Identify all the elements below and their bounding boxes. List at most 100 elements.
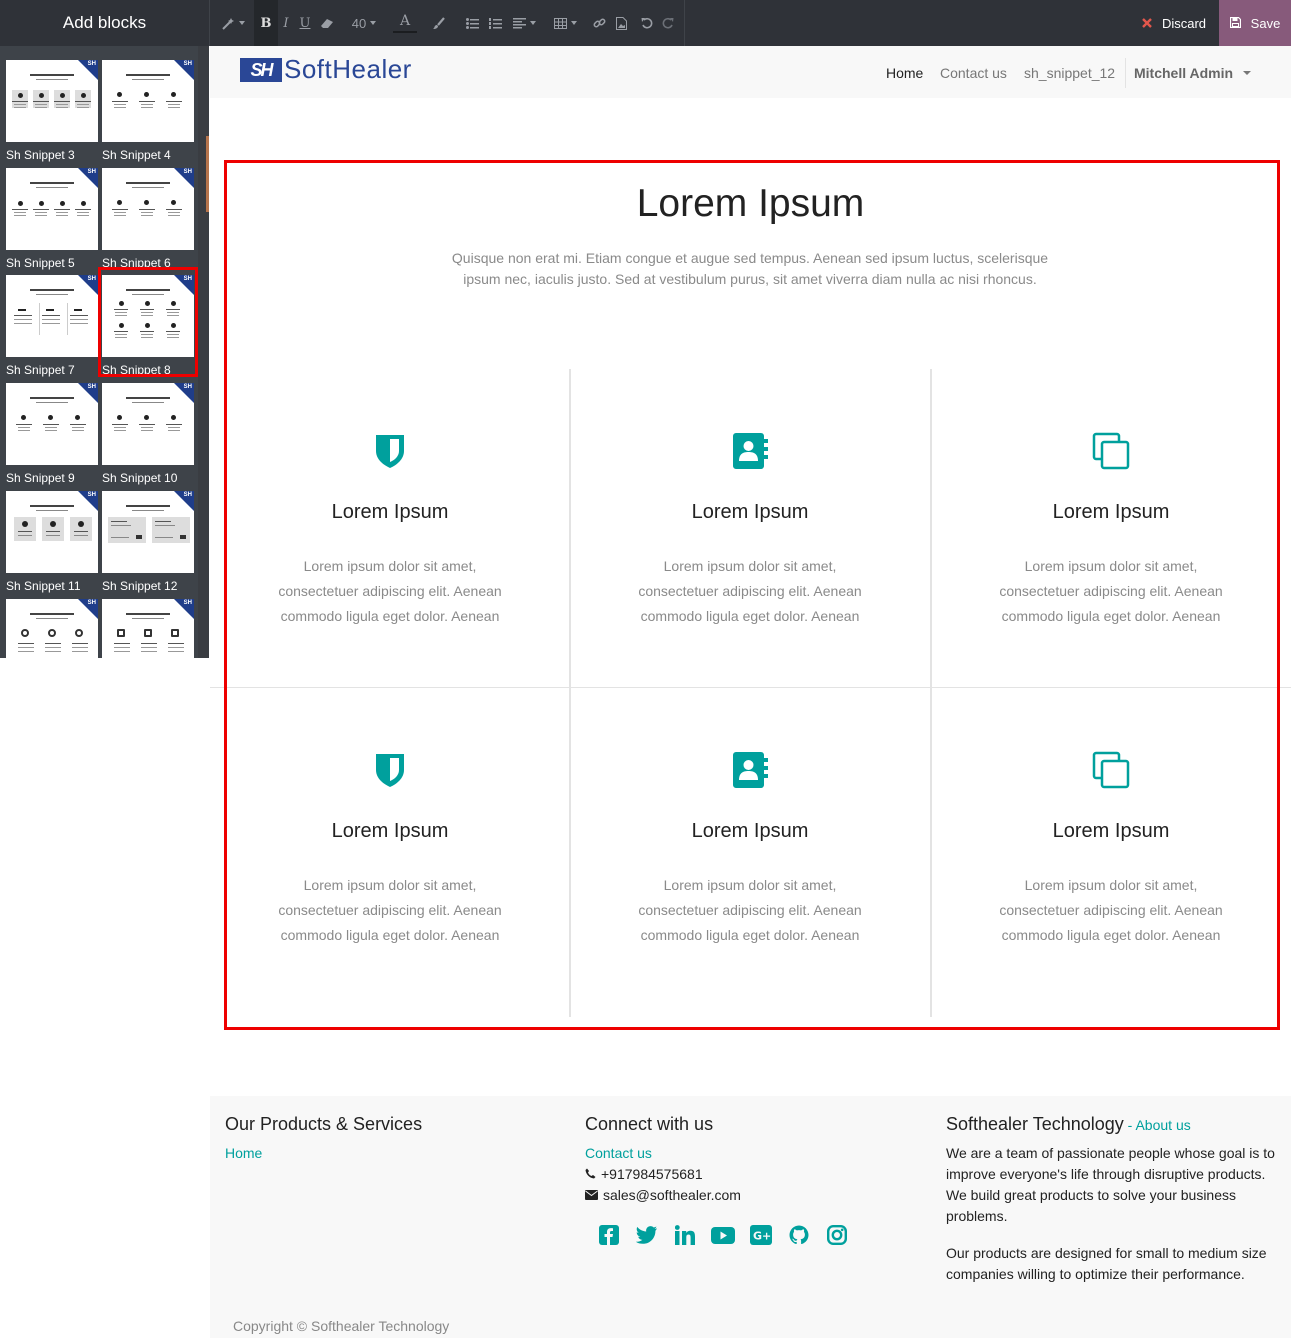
snippet-tile[interactable]: SH Sh Snippet 9 <box>6 383 98 491</box>
snippets-scrollbar-thumb[interactable] <box>206 136 209 212</box>
nav-divider <box>1125 58 1126 88</box>
footer-about-paragraph-1: We are a team of passionate people whose… <box>946 1145 1275 1224</box>
snippet-tile[interactable]: SH Sh Snippet 12 <box>102 491 194 599</box>
snippet-tile[interactable]: SH Sh Snippet 10 <box>102 383 194 491</box>
unordered-list-button[interactable] <box>462 0 482 46</box>
snippet-brand-text: SH <box>87 169 96 175</box>
snippet-label: Sh Snippet 12 <box>102 579 178 593</box>
chevron-down-icon <box>1243 71 1252 75</box>
github-icon[interactable] <box>780 1223 818 1247</box>
snippet-label: Sh Snippet 3 <box>6 148 75 162</box>
footer-email: sales@softhealer.com <box>585 1187 741 1203</box>
list-ul-icon <box>465 17 479 29</box>
snippets-panel: SH Sh Snippet 3 SH Sh Snippet 4 SH Sh Snippet… <box>0 46 209 658</box>
snippet-brand-text: SH <box>87 600 96 606</box>
italic-button[interactable]: I <box>278 0 294 46</box>
email-address: sales@softhealer.com <box>603 1187 741 1203</box>
footer-products-title: Our Products & Services <box>225 1114 423 1134</box>
ordered-list-button[interactable] <box>485 0 505 46</box>
logo-mark: SH <box>240 57 282 82</box>
about-us-link[interactable]: About us <box>1135 1117 1190 1133</box>
save-label: Save <box>1250 15 1281 31</box>
youtube-icon[interactable] <box>704 1223 742 1247</box>
instagram-icon[interactable] <box>818 1223 856 1247</box>
toolbar-divider <box>209 0 210 46</box>
undo-button[interactable] <box>638 0 656 46</box>
snippet-brand-text: SH <box>87 276 96 282</box>
paint-brush-button[interactable] <box>426 0 450 46</box>
snippet-tile[interactable]: SH Sh Snippet 11 <box>6 491 98 599</box>
snippet-thumbnail: SH <box>6 491 98 573</box>
nav-home-link[interactable]: Home <box>886 65 923 81</box>
selected-block-outline <box>224 160 1280 1030</box>
snippet-tile[interactable]: SH Sh Snippet 6 <box>102 168 194 276</box>
align-dropdown[interactable] <box>509 0 539 46</box>
font-size-dropdown[interactable]: 40 <box>344 0 384 46</box>
redo-button[interactable] <box>659 0 677 46</box>
snippet-thumbnail: SH <box>102 599 194 658</box>
snippet-thumbnail: SH <box>6 383 98 465</box>
phone-number: +917984575681 <box>601 1166 703 1182</box>
snippet-brand-text: SH <box>183 384 192 390</box>
magic-wand-button[interactable] <box>218 0 248 46</box>
snippet-thumbnail: SH <box>6 60 98 142</box>
twitter-icon[interactable] <box>628 1223 666 1247</box>
nav-contact-link[interactable]: Contact us <box>940 65 1007 81</box>
logo-text: SoftHealer <box>284 54 412 84</box>
google-plus-icon[interactable]: G+ <box>742 1223 780 1247</box>
snippet-label: Sh Snippet 4 <box>102 148 171 162</box>
snippet-thumbnail: SH <box>102 491 194 573</box>
facebook-icon[interactable] <box>590 1223 628 1247</box>
snippet-thumbnail: SH <box>6 168 98 250</box>
snippet-tile[interactable]: SH <box>102 599 194 658</box>
footer-about-paragraph-2: Our products are designed for small to m… <box>946 1245 1267 1282</box>
discard-button[interactable]: Discard <box>1129 0 1219 46</box>
image-button[interactable] <box>612 0 630 46</box>
undo-icon <box>641 17 653 29</box>
snippet-brand-text: SH <box>87 61 96 67</box>
phone-icon <box>585 1166 601 1182</box>
website-canvas: SH SoftHealer Home Contact us sh_snippet… <box>210 46 1291 1338</box>
envelope-icon <box>585 1187 603 1203</box>
bold-button[interactable]: B <box>254 0 278 46</box>
snippet-tile[interactable]: SH Sh Snippet 7 <box>6 275 98 383</box>
underline-button[interactable]: U <box>296 0 314 46</box>
font-size-value: 40 <box>351 15 367 31</box>
table-dropdown[interactable] <box>550 0 580 46</box>
toolbar-divider-right <box>684 0 685 46</box>
snippet-thumbnail: SH <box>102 168 194 250</box>
site-footer: Our Products & Services Home Connect wit… <box>210 1096 1291 1338</box>
paint-brush-icon <box>432 16 445 30</box>
site-navbar: SH SoftHealer Home Contact us sh_snippet… <box>210 46 1291 98</box>
eraser-button[interactable] <box>316 0 338 46</box>
snippet-tile[interactable]: SH Sh Snippet 5 <box>6 168 98 276</box>
list-ol-icon <box>488 17 502 29</box>
nav-snippet-link[interactable]: sh_snippet_12 <box>1024 65 1115 81</box>
footer-contact-link[interactable]: Contact us <box>585 1145 652 1161</box>
snippet-tile[interactable]: SH Sh Snippet 3 <box>6 60 98 168</box>
snippet-label: Sh Snippet 5 <box>6 256 75 270</box>
footer-home-link[interactable]: Home <box>225 1145 262 1161</box>
font-color-button[interactable]: A <box>392 0 418 46</box>
snippet-brand-text: SH <box>183 169 192 175</box>
snippet-thumbnail: SH <box>6 599 98 658</box>
user-name: Mitchell Admin <box>1134 65 1234 81</box>
site-logo[interactable]: SH SoftHealer <box>240 54 412 85</box>
snippet-tile[interactable]: SH <box>6 599 98 658</box>
font-color-swatch <box>393 31 417 33</box>
close-icon <box>1142 16 1152 31</box>
user-menu[interactable]: Mitchell Admin <box>1134 65 1252 81</box>
snippet-tile[interactable]: SH Sh Snippet 4 <box>102 60 194 168</box>
snippet-label: Sh Snippet 7 <box>6 363 75 377</box>
linkedin-icon[interactable] <box>666 1223 704 1247</box>
image-file-icon <box>615 16 627 30</box>
snippet-label: Sh Snippet 10 <box>102 471 178 485</box>
snippet-brand-text: SH <box>183 61 192 67</box>
link-button[interactable] <box>590 0 608 46</box>
snippet-brand-text: SH <box>183 600 192 606</box>
save-button[interactable]: Save <box>1219 0 1291 46</box>
snippet-label: Sh Snippet 9 <box>6 471 75 485</box>
svg-text:G+: G+ <box>753 1230 771 1243</box>
discard-label: Discard <box>1161 15 1207 31</box>
footer-phone: +917984575681 <box>585 1166 703 1182</box>
